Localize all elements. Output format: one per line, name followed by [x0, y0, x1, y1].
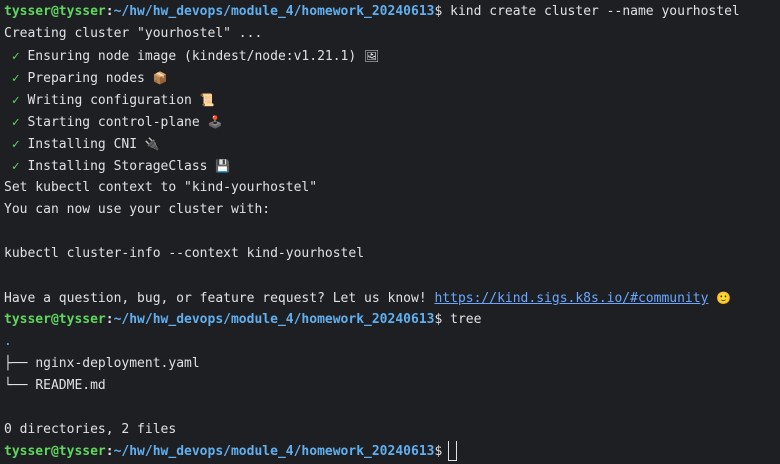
step-line: ✓ Writing configuration 📜: [4, 89, 780, 111]
image-icon: 🖼: [364, 49, 380, 63]
prompt-symbol: $: [434, 444, 443, 459]
step-text: Preparing nodes: [27, 71, 145, 86]
output-line: Set kubectl context to "kind-yourhostel": [4, 180, 318, 195]
step-line: ✓ Preparing nodes 📦: [4, 67, 780, 89]
step-line: ✓ Starting control-plane 🕹️: [4, 111, 780, 133]
prompt-line: tysser@tysser:~/hw/hw_devops/module_4/ho…: [4, 309, 780, 331]
prompt-symbol: $: [434, 4, 443, 19]
terminal-window[interactable]: tysser@tysser:~/hw/hw_devops/module_4/ho…: [0, 0, 780, 464]
plug-icon: 🔌: [144, 137, 160, 151]
step-line: ✓ Ensuring node image (kindest/node:v1.2…: [4, 45, 780, 67]
output-line: You can now use your cluster with:: [4, 202, 271, 217]
tree-summary: 0 directories, 2 files: [4, 422, 177, 437]
output-line: Creating cluster "yourhostel" ...: [4, 26, 263, 41]
check-icon: ✓: [11, 137, 20, 152]
tree-entry: └── README.md: [4, 375, 780, 397]
command-text: kind create cluster --name yourhostel: [450, 4, 740, 19]
prompt-colon: :: [105, 4, 114, 19]
check-icon: ✓: [11, 71, 20, 86]
tree-entry: ├── nginx-deployment.yaml: [4, 353, 780, 375]
output-line: Have a question, bug, or feature request…: [4, 287, 780, 309]
tree-branch: └──: [4, 378, 36, 393]
prompt-path: ~/hw/hw_devops/module_4/homework_2024061…: [113, 312, 435, 327]
prompt-path: ~/hw/hw_devops/module_4/homework_2024061…: [113, 444, 435, 459]
community-link[interactable]: https://kind.sigs.k8s.io/#community: [434, 291, 708, 306]
tree-root: .: [4, 334, 12, 349]
smile-icon: 🙂: [716, 291, 732, 305]
step-text: Installing CNI: [27, 137, 138, 152]
tree-branch: ├──: [4, 356, 36, 371]
tree-file-name: README.md: [35, 378, 106, 393]
step-text: Ensuring node image (kindest/node:v1.21.…: [27, 49, 357, 64]
prompt-line: tysser@tysser:~/hw/hw_devops/module_4/ho…: [4, 1, 780, 23]
check-icon: ✓: [11, 115, 20, 130]
text-cursor[interactable]: [448, 441, 458, 461]
prompt-user: tysser@tysser: [4, 444, 106, 459]
check-icon: ✓: [11, 93, 20, 108]
output-line: kubectl cluster-info --context kind-your…: [4, 246, 365, 261]
prompt-colon: :: [105, 444, 114, 459]
command-text: tree: [450, 312, 482, 327]
step-text: Starting control-plane: [27, 115, 200, 130]
package-icon: 📦: [152, 71, 168, 85]
prompt-symbol: $: [434, 312, 443, 327]
prompt-user: tysser@tysser: [4, 312, 106, 327]
step-text: Installing StorageClass: [27, 159, 208, 174]
scroll-icon: 📜: [199, 93, 215, 107]
floppy-disk-icon: 💾: [215, 159, 231, 173]
tree-file-name: nginx-deployment.yaml: [35, 356, 200, 371]
prompt-user: tysser@tysser: [4, 4, 106, 19]
prompt-path: ~/hw/hw_devops/module_4/homework_2024061…: [113, 4, 435, 19]
question-text: Have a question, bug, or feature request…: [4, 291, 427, 306]
prompt-line[interactable]: tysser@tysser:~/hw/hw_devops/module_4/ho…: [4, 441, 780, 463]
step-line: ✓ Installing StorageClass 💾: [4, 155, 780, 177]
step-text: Writing configuration: [27, 93, 192, 108]
joystick-icon: 🕹️: [207, 115, 223, 129]
prompt-colon: :: [105, 312, 114, 327]
check-icon: ✓: [11, 159, 20, 174]
step-line: ✓ Installing CNI 🔌: [4, 133, 780, 155]
check-icon: ✓: [11, 49, 20, 64]
